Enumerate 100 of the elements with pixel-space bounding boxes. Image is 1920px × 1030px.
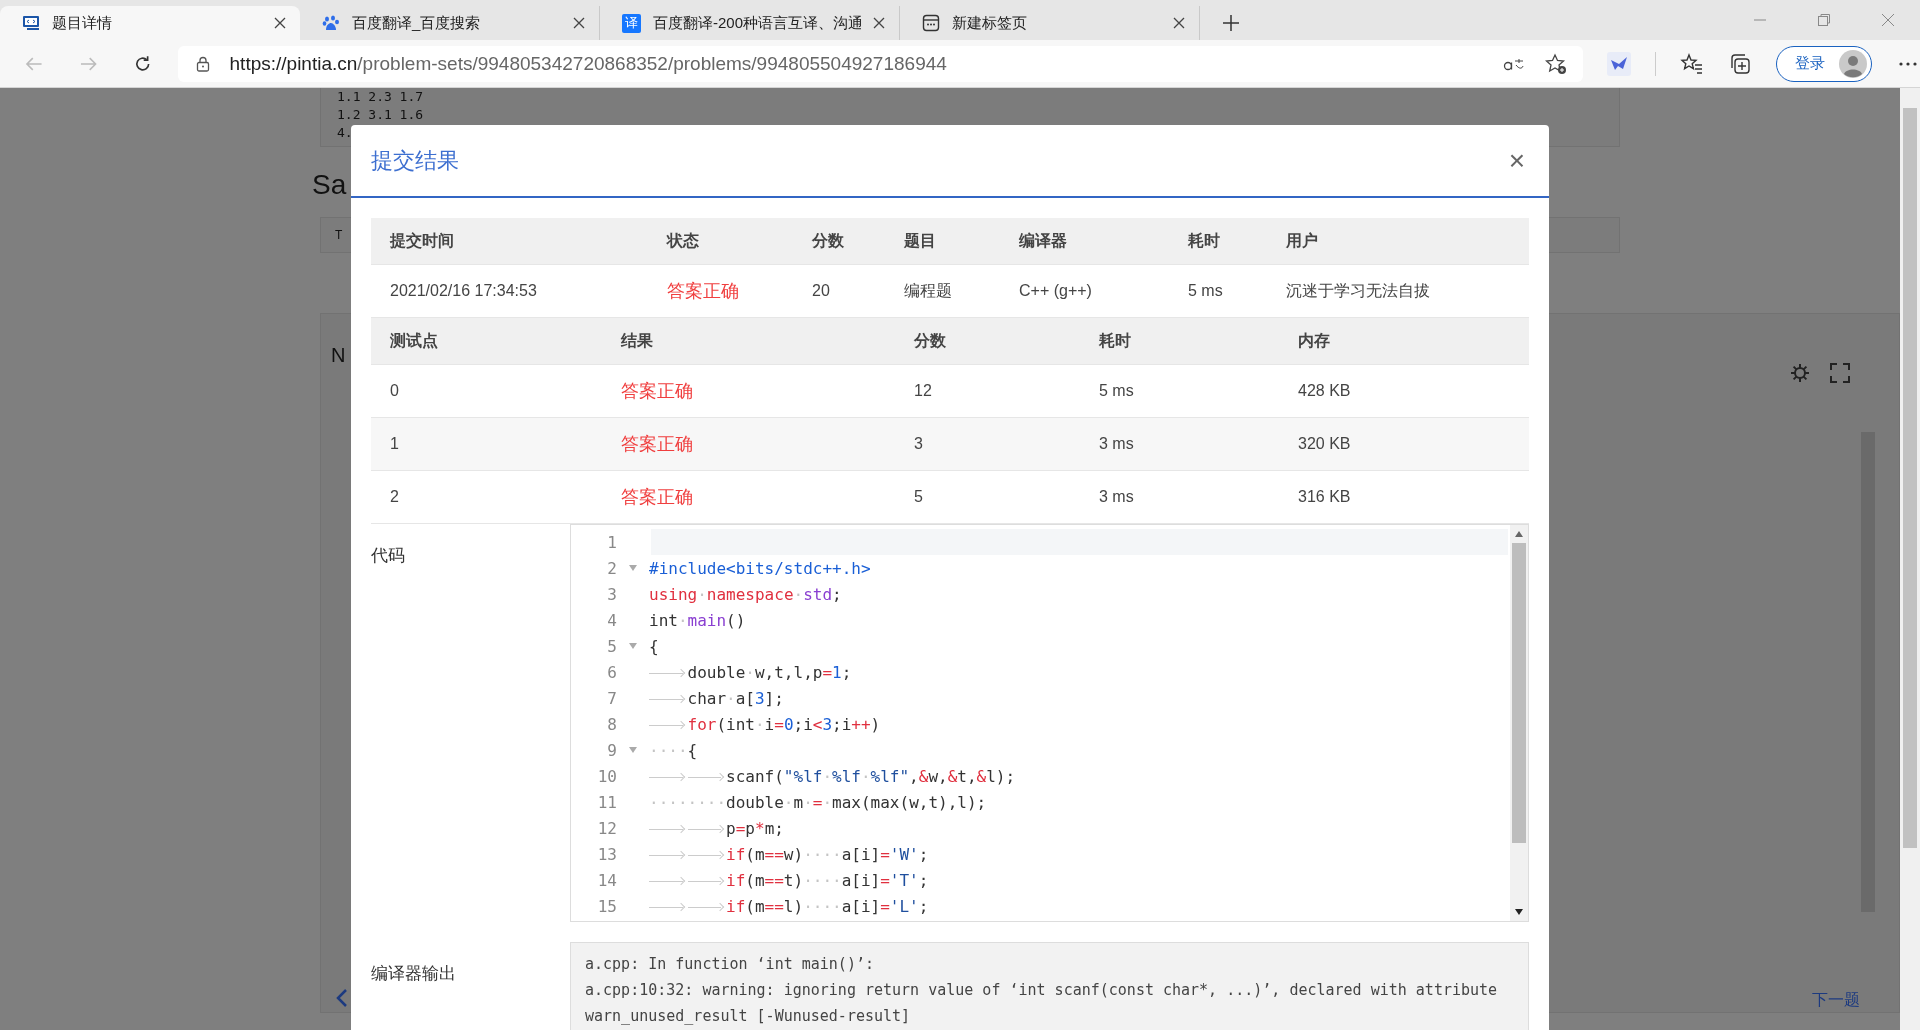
line-number: 9 [606,740,617,760]
sample-line: 1.2 3.1 1.6 [337,106,425,124]
column-header: 用户 [1286,230,1319,251]
column-header: 题目 [904,230,937,251]
modal-title: 提交结果 [371,146,459,175]
close-icon[interactable] [573,17,585,29]
line-number: 2 [606,558,617,578]
tab-title: 新建标签页 [952,13,1028,33]
code-line: if(m==t)····a[i]='T'; [649,870,929,890]
close-icon[interactable] [873,17,885,29]
line-number: 10 [596,766,617,786]
sample-line: 1.1 2.3 1.7 [337,88,425,106]
table-cell-text: 沉迷于学习无法自拔 [1286,280,1431,301]
column-header: 状态 [667,230,700,251]
line-number: 4 [606,610,617,630]
column-header: 耗时 [1099,330,1132,351]
table-cell-text: 1 [390,435,400,453]
scroll-down-icon[interactable] [1515,909,1523,915]
table-cell-text: 3 [914,435,924,453]
line-number: 3 [606,584,617,604]
line-number: 8 [606,714,617,734]
output-line: a.cpp: In function ‘int main()’: [585,954,875,975]
table-cell-text: 3 ms [1099,488,1135,506]
code-line: ········double·m·=·max(max(w,t),l); [649,792,987,812]
code-line: #include<bits/stdc++.h> [649,558,871,578]
restore-icon[interactable] [1817,13,1831,27]
column-header: 提交时间 [390,230,455,251]
column-header: 编译器 [1019,230,1068,251]
favorites-icon[interactable] [1680,51,1704,76]
column-header: 测试点 [390,330,439,351]
code-line: p=p*m; [649,818,784,838]
output-line: a.cpp:10:32: warning: ignoring return value of ‘int scanf(const char*, ...)’, declared with attribute warn_unused_result [-Wunused-result] [585,980,1499,1027]
close-icon[interactable] [1173,17,1185,29]
line-number: 13 [596,844,617,864]
section-heading: Sa [312,169,348,201]
line-number: 6 [606,662,617,682]
table-cell-text: 3 ms [1099,435,1135,453]
code-line: double·w,t,l,p=1; [649,662,852,682]
column-header: 分数 [914,330,947,351]
table-cell-text: 316 KB [1298,488,1352,506]
line-number: 15 [596,896,617,916]
tab-title: 百度翻译_百度搜索 [352,13,482,33]
bird-icon[interactable] [1607,51,1632,76]
column-header: 结果 [621,330,654,351]
scrollbar[interactable] [1510,525,1528,921]
fold-caret-icon[interactable] [629,643,637,649]
code-line: { [649,636,659,656]
column-header: 耗时 [1188,230,1221,251]
code-label: 代码 [371,545,406,567]
collections-icon[interactable] [1728,51,1752,76]
avatar-icon [1839,49,1867,78]
line-number: 7 [606,688,617,708]
scroll-up-icon[interactable] [1515,531,1523,537]
code-line: int·main() [649,610,746,630]
code-line: ····{ [649,740,698,760]
table-cell-text: 20 [812,282,831,300]
code-line: if(m==l)····a[i]='L'; [649,896,929,916]
close-button[interactable]: × [1504,146,1529,175]
login-button[interactable]: 登录 [1776,45,1872,82]
table-cell-text: 12 [914,382,933,400]
lock-icon [195,55,210,72]
table-cell-text: 2 [390,488,400,506]
code-window-icon [22,15,40,31]
fullscreen-icon[interactable] [1830,363,1850,383]
code-line: if(m==w)····a[i]='W'; [649,844,929,864]
star-plus-icon[interactable] [1545,52,1568,75]
browser-tab[interactable]: 题目详情 [0,6,300,40]
column-header: 内存 [1298,330,1331,351]
address-field[interactable]: https://pintia.cn/problem-sets/994805342720868352/problems/994805504927186944 [177,45,1584,82]
fold-caret-icon[interactable] [629,565,637,571]
tab-title: 题目详情 [52,13,113,33]
new-tab-page-icon [922,14,940,32]
table-cell-text: 5 [914,488,924,506]
table-cell-text: 320 KB [1298,435,1352,453]
translate-icon: 译 [622,13,641,33]
panel-letter: T [335,228,343,242]
chevron-left-icon[interactable] [336,988,348,1008]
fold-caret-icon[interactable] [629,747,637,753]
table-cell-text: 编程题 [904,280,953,301]
table-cell-text: 0 [390,382,400,400]
table-cell-text: 答案正确 [621,486,694,509]
new-tab-icon[interactable] [1222,14,1240,32]
table-cell-text: 2021/02/16 17:34:53 [390,282,538,300]
line-number: 12 [596,818,617,838]
code-line: using·namespace·std; [649,584,842,604]
line-number: 11 [596,792,617,812]
compiler-output-label: 编译器输出 [371,963,457,985]
code-line: char·a[3]; [649,688,784,708]
table-cell-text: 答案正确 [621,433,694,456]
page-scrollbar[interactable] [1900,88,1920,1030]
gear-icon[interactable] [1790,363,1810,383]
close-icon[interactable] [274,17,286,29]
column-header: 分数 [812,230,845,251]
table-cell-text: 428 KB [1298,382,1352,400]
url-text: https://pintia.cn/problem-sets/994805342720868352/problems/994805504927186944 [229,52,948,75]
table-cell-text: 5 ms [1188,282,1224,300]
table-cell-text: 5 ms [1099,382,1135,400]
line-number: 5 [606,636,617,656]
sample-line: 4. [337,124,354,142]
paw-icon [322,14,340,32]
